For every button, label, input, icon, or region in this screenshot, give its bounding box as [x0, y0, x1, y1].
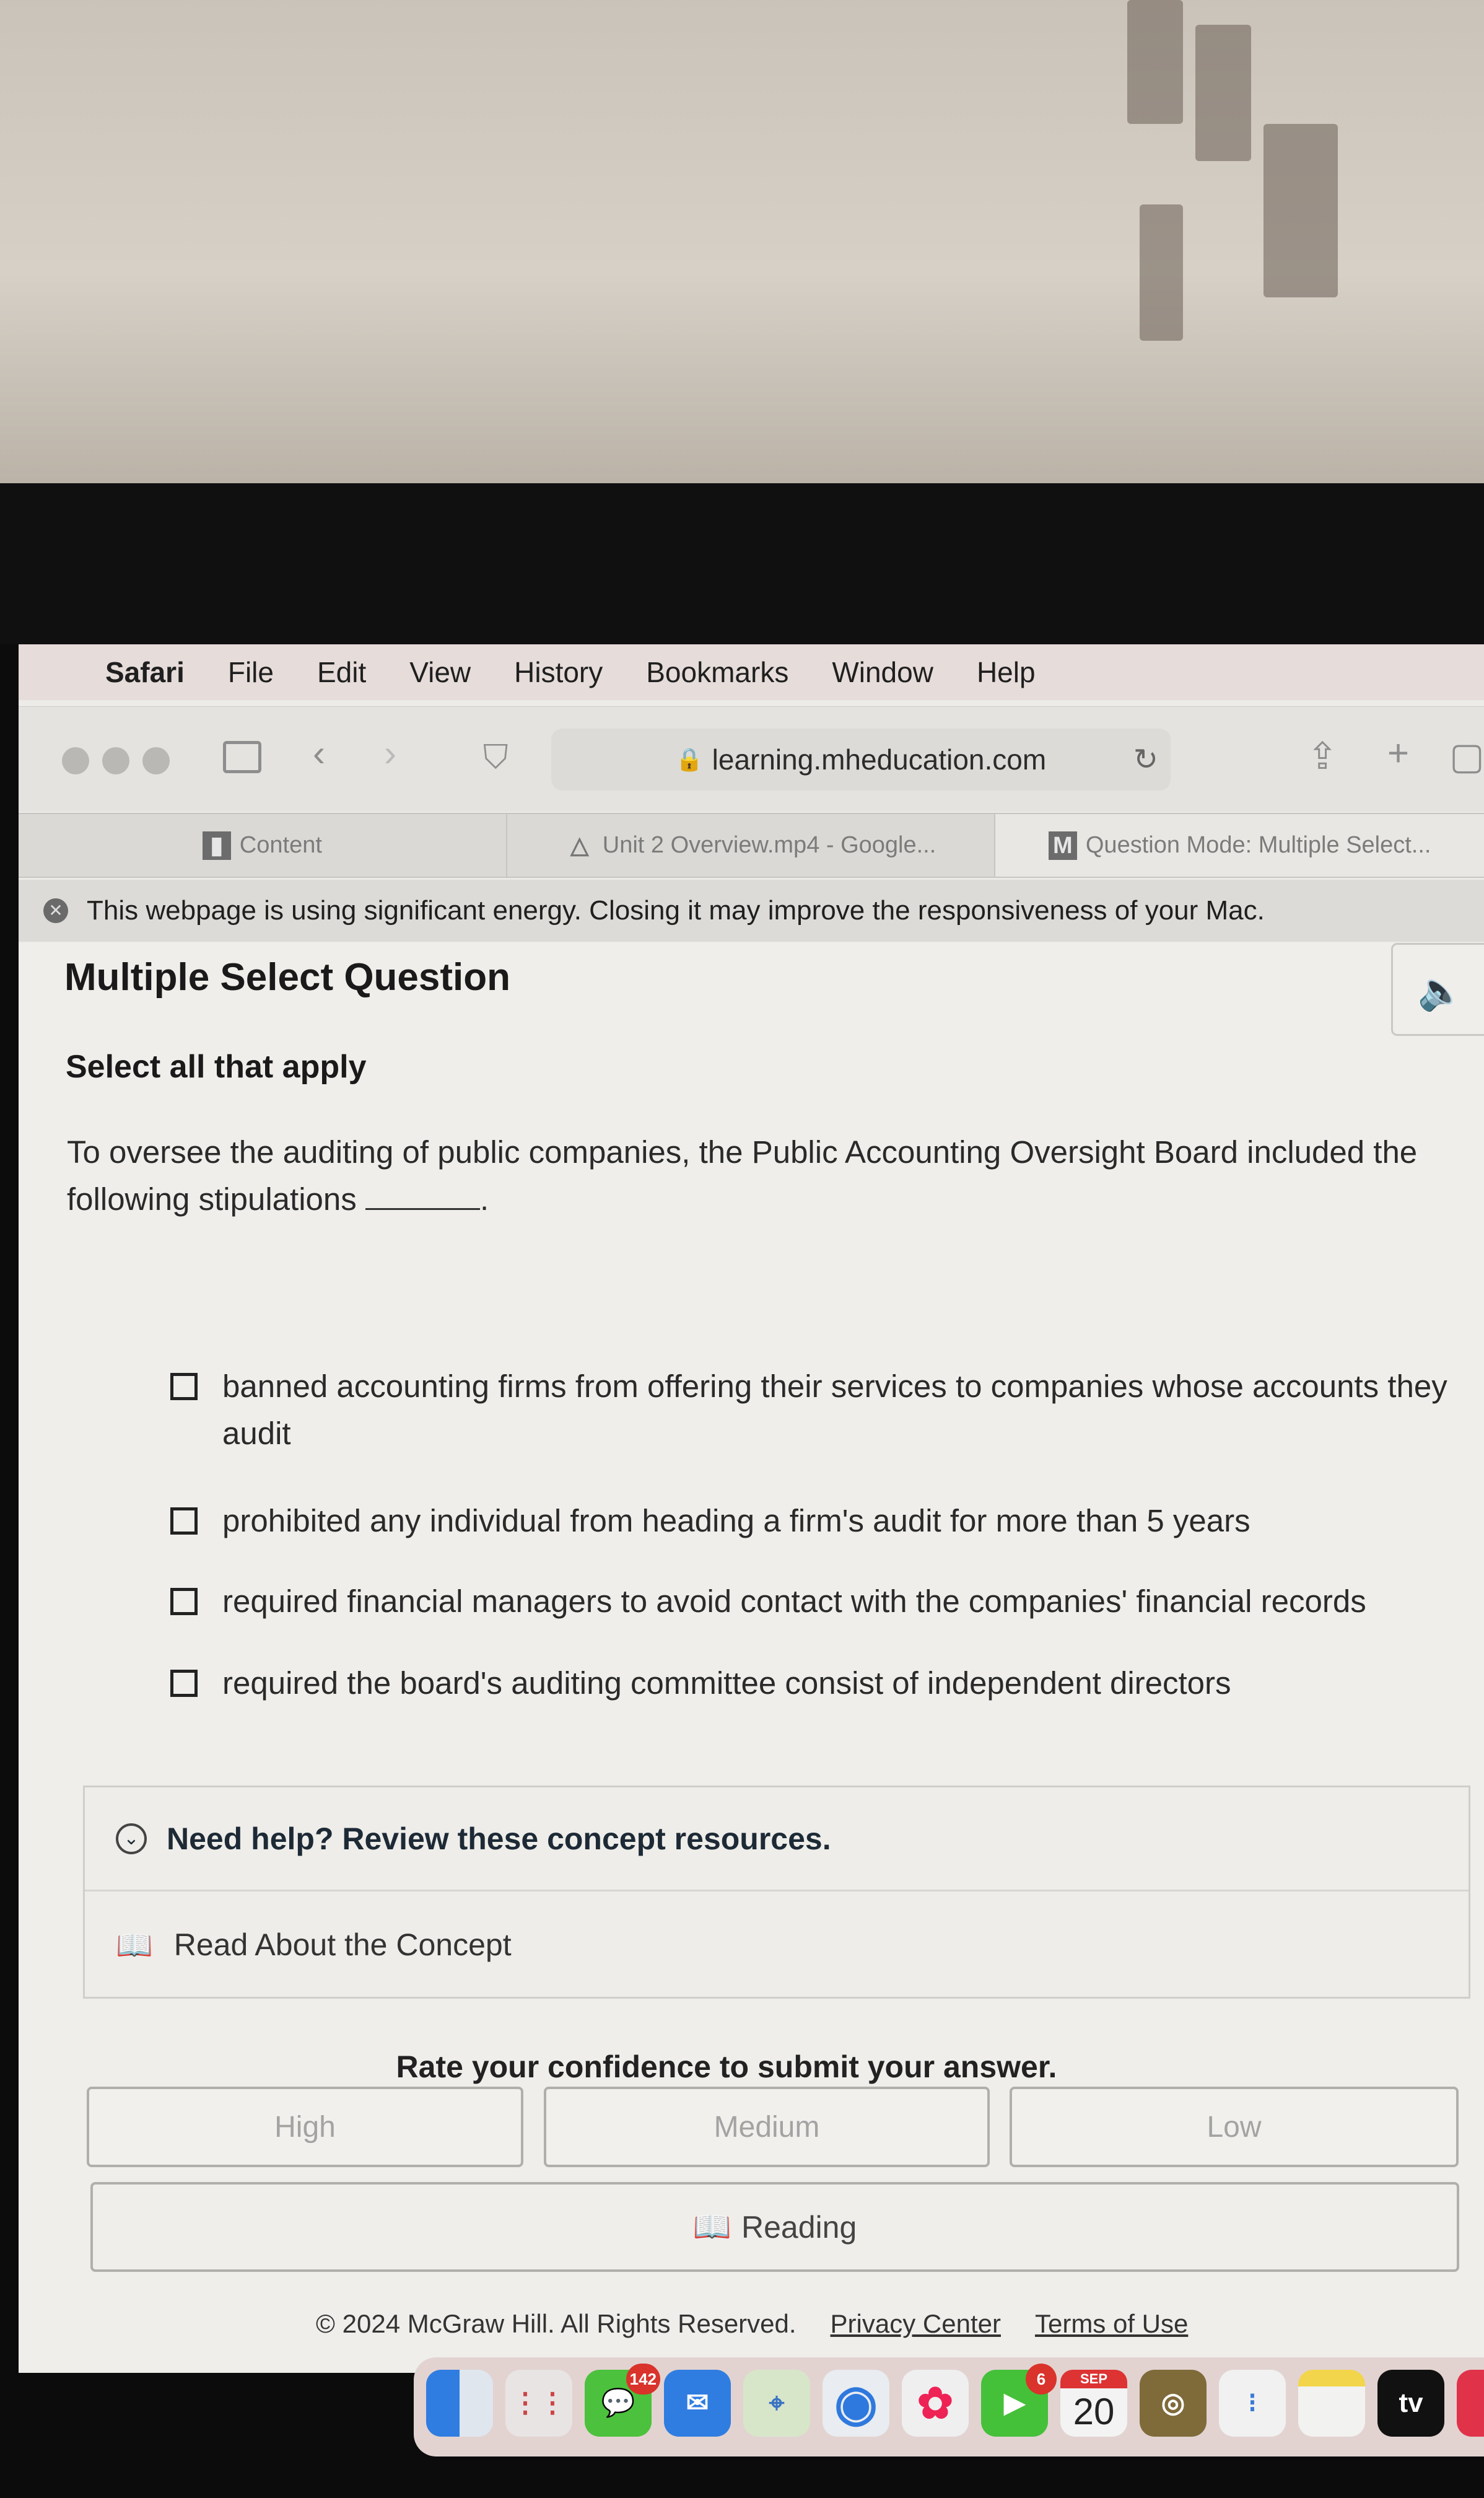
photos-icon[interactable]: ✿ — [902, 2370, 969, 2437]
minimize-window-button[interactable] — [102, 747, 129, 774]
option-4[interactable]: required the board's auditing committee … — [170, 1660, 1459, 1707]
tab-bar: ▮ Content △ Unit 2 Overview.mp4 - Google..… — [19, 813, 1484, 878]
book-icon: 📖 — [692, 2209, 731, 2244]
energy-warning-banner: ✕ This webpage is using significant ener… — [19, 880, 1484, 942]
book-icon: 📖 — [116, 1929, 153, 1962]
confidence-prompt: Rate your confidence to submit your answ… — [396, 2049, 1057, 2084]
reading-button[interactable]: 📖 Reading — [90, 2182, 1459, 2272]
calendar-icon[interactable]: SEP 20 — [1060, 2370, 1127, 2437]
menu-window[interactable]: Window — [832, 655, 933, 689]
tab-question-mode[interactable]: M Question Mode: Multiple Select... — [995, 814, 1484, 877]
read-about-concept-link[interactable]: 📖 Read About the Concept — [85, 1890, 1469, 1998]
confidence-medium-button[interactable]: Medium — [544, 2087, 990, 2167]
close-window-button[interactable] — [62, 747, 89, 774]
confidence-high-button[interactable]: High — [87, 2087, 523, 2167]
tab-label: Question Mode: Multiple Select... — [1085, 832, 1431, 858]
banner-text: This webpage is using significant energy… — [87, 895, 1265, 926]
link-label: Read About the Concept — [173, 1927, 512, 1962]
url-text: learning.mheducation.com — [712, 743, 1047, 776]
menu-bar: Safari File Edit View History Bookmarks … — [19, 644, 1484, 700]
tab-content[interactable]: ▮ Content — [19, 814, 507, 877]
checkbox[interactable] — [170, 1507, 198, 1535]
shield-icon[interactable]: ⛉ — [483, 738, 508, 777]
reading-label: Reading — [741, 2209, 857, 2245]
prompt-text: To oversee the auditing of public compan… — [67, 1134, 1418, 1217]
browser-toolbar: ‹ › ⛉ 🔒 learning.mheducation.com ↻ ⇪ + ▢ — [19, 706, 1484, 812]
mail-icon[interactable]: ✉ — [664, 2370, 731, 2437]
checkbox[interactable] — [170, 1373, 198, 1400]
zoom-window-button[interactable] — [142, 747, 170, 774]
launchpad-icon[interactable]: ⋮⋮ — [505, 2370, 572, 2437]
tab-unit-2-overview[interactable]: △ Unit 2 Overview.mp4 - Google... — [507, 814, 996, 877]
address-bar[interactable]: 🔒 learning.mheducation.com ↻ — [551, 729, 1171, 791]
calendar-day: 20 — [1073, 2391, 1115, 2432]
option-1[interactable]: banned accounting firms from offering th… — [170, 1363, 1459, 1457]
laptop-bezel — [0, 483, 1484, 644]
screen: Safari File Edit View History Bookmarks … — [19, 644, 1484, 2373]
menu-edit[interactable]: Edit — [317, 655, 366, 689]
tab-label: Unit 2 Overview.mp4 - Google... — [602, 832, 936, 858]
chart-icon: ▮ — [202, 831, 231, 860]
tab-overview-icon[interactable]: ▢ — [1449, 735, 1484, 778]
checkbox[interactable] — [170, 1588, 198, 1615]
sidebar-icon[interactable] — [223, 741, 261, 773]
share-icon[interactable]: ⇪ — [1307, 735, 1338, 778]
chevron-down-icon: ⌄ — [116, 1823, 147, 1854]
reload-icon[interactable]: ↻ — [1133, 742, 1158, 777]
maps-icon[interactable]: ⌖ — [743, 2370, 810, 2437]
messages-badge: 142 — [626, 2364, 660, 2395]
instruction: Select all that apply — [66, 1049, 367, 1085]
question-page: Multiple Select Question 🔈 Select all th… — [19, 943, 1484, 2373]
safari-icon[interactable]: ◉ — [823, 2370, 889, 2437]
copyright: © 2024 McGraw Hill. All Rights Reserved. — [316, 2309, 797, 2338]
messages-icon[interactable]: 💬 142 — [585, 2364, 660, 2437]
menu-safari[interactable]: Safari — [105, 655, 185, 689]
menu-help[interactable]: Help — [977, 655, 1036, 689]
privacy-center-link[interactable]: Privacy Center — [831, 2309, 1001, 2339]
option-label: banned accounting firms from offering th… — [222, 1369, 1447, 1451]
close-icon[interactable]: ✕ — [43, 898, 68, 923]
contacts-icon[interactable]: ◎ — [1140, 2370, 1207, 2437]
reminders-icon[interactable]: ⁝ — [1219, 2370, 1286, 2437]
menu-file[interactable]: File — [228, 655, 274, 689]
option-3[interactable]: required financial managers to avoid con… — [170, 1578, 1459, 1625]
tab-label: Content — [239, 832, 322, 858]
m-icon: M — [1048, 831, 1077, 860]
background-wall — [0, 0, 1484, 496]
tv-label: tv — [1399, 2388, 1423, 2418]
option-label: prohibited any individual from heading a… — [222, 1503, 1250, 1538]
notes-icon[interactable] — [1298, 2370, 1365, 2437]
help-toggle[interactable]: ⌄ Need help? Review these concept resourc… — [85, 1787, 1469, 1890]
calendar-month: SEP — [1060, 2370, 1127, 2388]
back-icon[interactable]: ‹ — [313, 732, 325, 774]
drive-icon: △ — [570, 832, 589, 859]
concept-resources-panel: ⌄ Need help? Review these concept resourc… — [83, 1786, 1470, 1999]
menu-view[interactable]: View — [409, 655, 471, 689]
menu-bookmarks[interactable]: Bookmarks — [646, 655, 788, 689]
facetime-icon[interactable]: ▶ 6 — [981, 2364, 1057, 2437]
option-2[interactable]: prohibited any individual from heading a… — [170, 1497, 1459, 1545]
answer-blank — [365, 1185, 480, 1210]
apple-tv-icon[interactable]: tv — [1377, 2370, 1444, 2437]
question-prompt: To oversee the auditing of public compan… — [67, 1129, 1479, 1223]
option-label: required the board's auditing committee … — [222, 1665, 1231, 1701]
forward-icon[interactable]: › — [384, 732, 396, 774]
new-tab-icon[interactable]: + — [1387, 732, 1409, 774]
music-icon[interactable]: ♪ — [1457, 2370, 1484, 2437]
help-heading: Need help? Review these concept resource… — [167, 1821, 831, 1856]
facetime-badge: 6 — [1026, 2364, 1057, 2395]
confidence-low-button[interactable]: Low — [1010, 2087, 1459, 2167]
lock-icon: 🔒 — [675, 747, 704, 772]
checkbox[interactable] — [170, 1670, 198, 1697]
terms-of-use-link[interactable]: Terms of Use — [1035, 2309, 1188, 2339]
dock: ⋮⋮ 💬142 ✉ ⌖ ◉ ✿ ▶6 SEP 20 ◎ ⁝ tv ♪ — [414, 2357, 1484, 2456]
page-title: Multiple Select Question — [64, 956, 510, 999]
prompt-end: . — [479, 1181, 489, 1217]
speaker-icon[interactable]: 🔈 — [1391, 943, 1484, 1036]
option-label: required financial managers to avoid con… — [222, 1584, 1366, 1619]
finder-icon[interactable] — [426, 2370, 493, 2437]
footer: © 2024 McGraw Hill. All Rights Reserved.… — [316, 2309, 1188, 2339]
menu-history[interactable]: History — [514, 655, 603, 689]
